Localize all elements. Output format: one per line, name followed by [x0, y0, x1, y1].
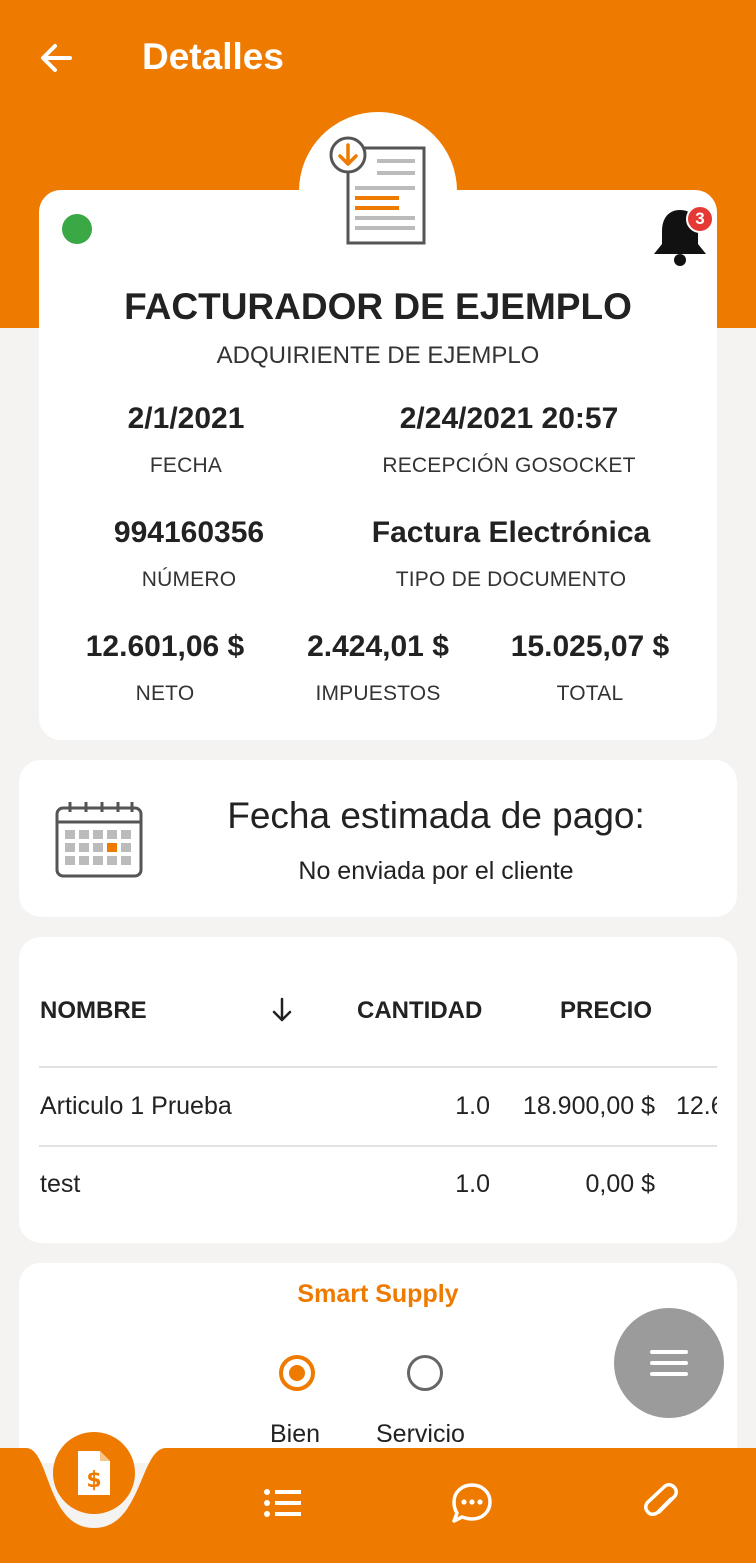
paperclip-icon [644, 1483, 678, 1516]
tipo-label: TIPO DE DOCUMENTO [395, 568, 627, 591]
total-value: 15.025,07 $ [510, 630, 670, 663]
notification-badge: 3 [686, 205, 714, 233]
field-total: 15.025,07 $ TOTAL [480, 630, 700, 706]
field-impuestos: 2.424,01 $ IMPUESTOS [278, 630, 478, 706]
recepcion-value: 2/24/2021 20:57 [399, 402, 619, 435]
back-button[interactable] [28, 30, 84, 86]
invoice-dollar-icon: $ [78, 1451, 110, 1495]
menu-fab-button[interactable] [614, 1308, 724, 1418]
back-arrow-icon [41, 44, 72, 72]
numero-value: 994160356 [113, 516, 265, 549]
row1-precio: 18.900,00 $ [522, 1092, 655, 1120]
impuestos-label: IMPUESTOS [315, 682, 441, 705]
row1-nombre: Articulo 1 Prueba [40, 1092, 232, 1120]
field-neto: 12.601,06 $ NETO [58, 630, 272, 706]
nav-chat-button[interactable] [447, 1478, 497, 1528]
svg-text:$: $ [86, 1468, 101, 1493]
menu-icon [650, 1350, 688, 1376]
field-tipo-documento: Factura Electrónica TIPO DE DOCUMENTO [349, 516, 673, 592]
page-title: Detalles [142, 36, 284, 77]
row2-precio: 0,00 $ [585, 1170, 655, 1198]
radio-servicio[interactable] [407, 1355, 443, 1391]
document-download-icon [329, 136, 426, 245]
nav-invoice-button[interactable]: $ [53, 1432, 135, 1514]
numero-label: NÚMERO [141, 568, 237, 591]
sort-arrow-icon[interactable] [268, 995, 296, 1025]
payment-date-title: Fecha estimada de pago: [227, 795, 645, 836]
calendar-icon [55, 802, 143, 878]
payment-date-value: No enviada por el cliente [298, 857, 574, 885]
issuer-name: FACTURADOR DE EJEMPLO [124, 286, 632, 327]
smart-supply-title: Smart Supply [297, 1280, 459, 1308]
neto-value: 12.601,06 $ [85, 630, 245, 663]
header-divider [39, 1066, 717, 1068]
radio-bien[interactable] [279, 1355, 315, 1391]
fecha-value: 2/1/2021 [127, 402, 245, 435]
status-indicator [62, 214, 92, 244]
header-nombre[interactable]: NOMBRE [40, 997, 147, 1025]
fecha-label: FECHA [149, 454, 223, 477]
row2-nombre: test [40, 1170, 81, 1198]
row1-total: 12.600,00 $ [676, 1092, 717, 1120]
row1-total-clip: 12.600,00 $ [676, 1090, 717, 1130]
field-numero: 994160356 NÚMERO [69, 516, 309, 592]
radio-label-servicio[interactable]: Servicio [376, 1420, 465, 1449]
nav-attachments-button[interactable] [636, 1478, 686, 1528]
impuestos-value: 2.424,01 $ [307, 630, 449, 663]
acquirer-name: ADQUIRIENTE DE EJEMPLO [216, 342, 540, 369]
row-divider [39, 1145, 717, 1147]
recepcion-label: RECEPCIÓN GOSOCKET [382, 454, 636, 477]
header-precio[interactable]: PRECIO [560, 997, 652, 1025]
tipo-value: Factura Electrónica [371, 516, 651, 549]
chat-icon [452, 1483, 492, 1523]
row1-cantidad: 1.0 [455, 1092, 490, 1120]
neto-label: NETO [135, 682, 195, 705]
field-fecha: 2/1/2021 FECHA [86, 402, 286, 478]
list-icon [264, 1489, 301, 1517]
app-bar: Detalles [0, 0, 756, 115]
radio-label-bien[interactable]: Bien [270, 1420, 320, 1449]
row2-cantidad: 1.0 [455, 1170, 490, 1198]
nav-list-button[interactable] [258, 1478, 308, 1528]
field-recepcion: 2/24/2021 20:57 RECEPCIÓN GOSOCKET [349, 402, 669, 478]
header-cantidad[interactable]: CANTIDAD [357, 997, 482, 1025]
total-label: TOTAL [556, 682, 624, 705]
